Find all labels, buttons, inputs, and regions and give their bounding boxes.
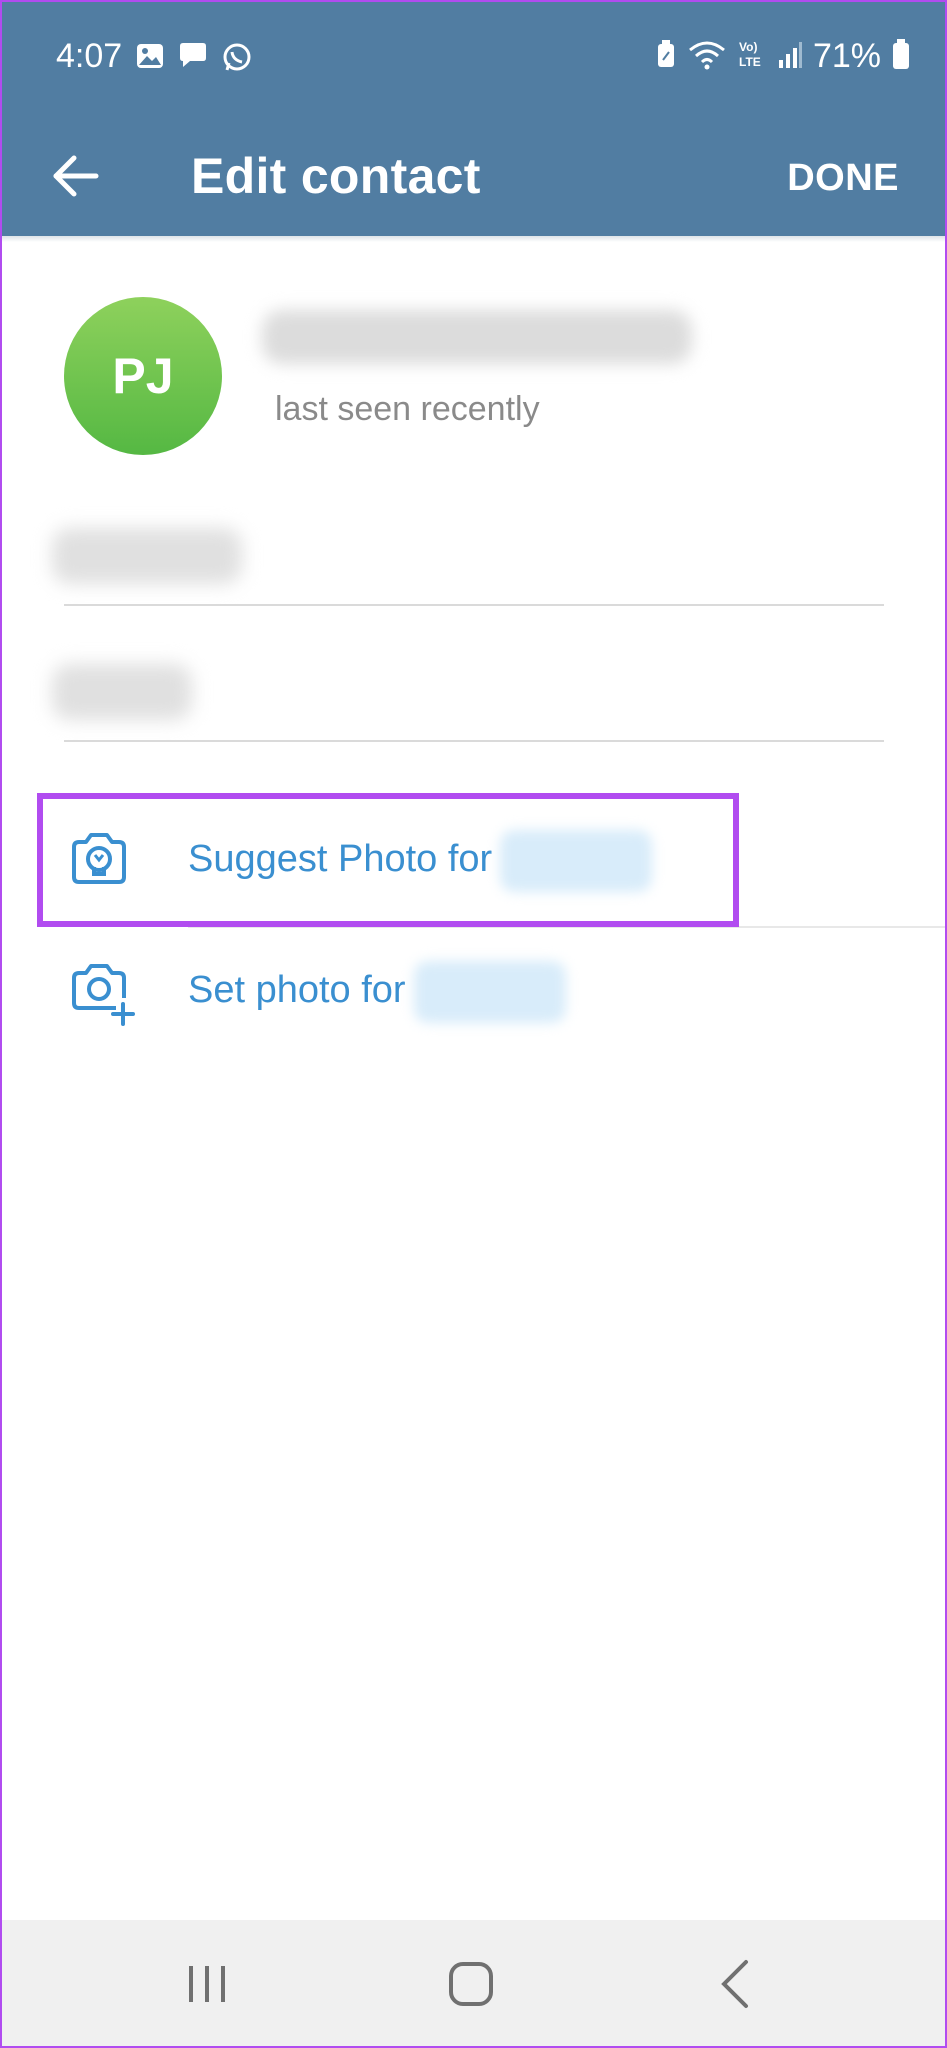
set-photo-contact-name — [413, 960, 566, 1023]
system-nav-bar — [0, 1920, 947, 2048]
svg-text:LTE: LTE — [739, 55, 761, 69]
app-bar: Edit contact DONE — [0, 116, 947, 236]
svg-text:Vo): Vo) — [739, 40, 757, 54]
last-name-value — [52, 664, 192, 720]
recent-apps-icon — [189, 1966, 225, 2002]
volte-icon: Vo) LTE — [737, 38, 767, 75]
home-button[interactable] — [441, 1954, 501, 2014]
app-bar-shadow — [0, 236, 947, 242]
wifi-icon — [687, 38, 727, 75]
camera-add-icon — [66, 958, 135, 1026]
contact-name — [262, 310, 692, 364]
gallery-icon — [134, 40, 166, 79]
whatsapp-icon — [220, 40, 254, 79]
first-name-field[interactable] — [52, 506, 884, 606]
first-name-value — [52, 528, 242, 584]
last-name-field[interactable] — [52, 642, 884, 742]
arrow-left-icon — [53, 155, 99, 197]
avatar[interactable]: PJ — [64, 297, 222, 455]
status-bar: 4:07 Vo) LTE 71% — [0, 0, 947, 116]
battery-saver-icon — [655, 38, 677, 75]
back-button[interactable] — [44, 144, 108, 208]
done-button[interactable]: DONE — [787, 116, 899, 236]
recent-apps-button[interactable] — [177, 1954, 237, 2014]
nav-back-button[interactable] — [706, 1954, 766, 2014]
signal-icon — [777, 38, 803, 75]
notification-icons — [134, 40, 254, 79]
home-icon — [449, 1962, 493, 2006]
status-time: 4:07 — [56, 37, 123, 75]
message-bubble-icon — [176, 40, 210, 79]
battery-percent: 71% — [812, 37, 881, 75]
page-title: Edit contact — [191, 148, 481, 204]
set-photo-label: Set photo for — [188, 969, 406, 1011]
last-seen-status: last seen recently — [275, 390, 540, 428]
chevron-left-icon — [721, 1960, 748, 2008]
highlight-box — [37, 793, 739, 927]
set-photo-button[interactable]: Set photo for — [0, 926, 947, 1054]
system-status-icons: Vo) LTE 71% — [655, 36, 911, 76]
battery-icon — [891, 37, 911, 76]
